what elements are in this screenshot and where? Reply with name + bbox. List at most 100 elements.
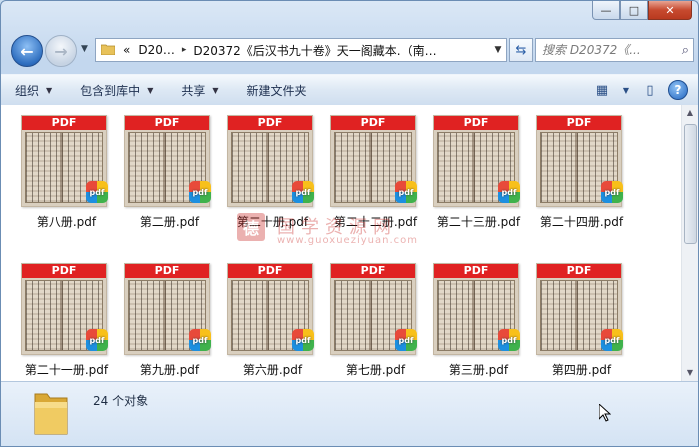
maximize-button[interactable]: □ (620, 1, 648, 20)
pdf-banner: PDF (537, 264, 621, 278)
pdf-banner: PDF (22, 264, 106, 278)
new-folder-label: 新建文件夹 (246, 83, 307, 98)
forward-button[interactable]: → (45, 35, 77, 67)
breadcrumb-segment-2[interactable]: D20372《后汉书九十卷》天一阁藏本.（南… (189, 42, 440, 59)
file-name[interactable]: 第八册.pdf (11, 213, 122, 230)
refresh-button[interactable]: ⇆ (509, 38, 533, 62)
pdf-app-icon: pdf (189, 181, 211, 203)
close-button[interactable]: ✕ (648, 1, 692, 20)
file-name[interactable]: 第三册.pdf (423, 361, 534, 378)
minimize-button[interactable]: — (592, 1, 620, 20)
file-name[interactable]: 第九册.pdf (114, 361, 225, 378)
chevron-down-icon: ▼ (212, 85, 219, 95)
file-list-pane[interactable]: PDF pdf 第八册.pdf PDF pdf 第二册.pdf PDF pdf 第二十册.pdf… (1, 105, 682, 381)
explorer-window: — □ ✕ ← → ▼ « D20… ▸ D20372《后汉书九十卷》天一阁藏本… (0, 0, 699, 447)
pdf-banner: PDF (228, 264, 312, 278)
pdf-banner: PDF (125, 264, 209, 278)
pdf-app-icon: pdf (601, 329, 623, 351)
pdf-app-icon: pdf (189, 329, 211, 351)
scroll-up-button[interactable]: ▲ (682, 105, 698, 121)
recent-pages-dropdown[interactable]: ▼ (81, 44, 88, 54)
pdf-banner: PDF (331, 116, 415, 130)
address-bar[interactable]: « D20… ▸ D20372《后汉书九十卷》天一阁藏本.（南… ▼ (95, 38, 507, 62)
scroll-down-button[interactable]: ▼ (682, 365, 698, 381)
pdf-app-icon: pdf (395, 329, 417, 351)
file-name[interactable]: 第二十册.pdf (217, 213, 328, 230)
file-item[interactable]: PDF pdf 第二十一册.pdf (15, 263, 118, 381)
refresh-icon: ⇆ (515, 42, 527, 58)
vertical-scrollbar[interactable]: ▲ ▼ (681, 105, 698, 381)
pdf-app-icon: pdf (498, 181, 520, 203)
include-in-library-label: 包含到库中 (80, 83, 141, 98)
view-controls: ▦ ▼ ▯ ? (590, 79, 698, 101)
file-name[interactable]: 第二十二册.pdf (320, 213, 431, 230)
back-button[interactable]: ← (11, 35, 43, 67)
file-name[interactable]: 第二十四册.pdf (526, 213, 637, 230)
breadcrumb-separator[interactable]: ▸ (179, 45, 190, 55)
pdf-banner: PDF (537, 116, 621, 130)
search-input[interactable] (536, 42, 674, 58)
chevron-down-icon: ▼ (622, 85, 630, 95)
file-name[interactable]: 第二十一册.pdf (11, 361, 122, 378)
view-grid-icon: ▦ (595, 82, 609, 98)
address-overflow[interactable]: « (119, 43, 134, 57)
file-grid: PDF pdf 第八册.pdf PDF pdf 第二册.pdf PDF pdf 第二十册.pdf… (15, 115, 633, 381)
file-item[interactable]: PDF pdf 第二十三册.pdf (427, 115, 530, 245)
share-label: 共享 (181, 83, 206, 98)
search-icon[interactable]: ⌕ (682, 43, 689, 58)
address-dropdown-icon[interactable]: ▼ (490, 45, 506, 55)
pdf-banner: PDF (434, 116, 518, 130)
pdf-app-icon: pdf (292, 329, 314, 351)
pdf-app-icon: pdf (498, 329, 520, 351)
file-item[interactable]: PDF pdf 第七册.pdf (324, 263, 427, 381)
chevron-down-icon: ▼ (81, 44, 88, 54)
file-item[interactable]: PDF pdf 第二十册.pdf (221, 115, 324, 245)
file-item[interactable]: PDF pdf 第二十二册.pdf (324, 115, 427, 245)
file-item[interactable]: PDF pdf 第二十四册.pdf (530, 115, 633, 245)
pdf-app-icon: pdf (86, 181, 108, 203)
help-icon: ? (674, 83, 682, 97)
include-in-library-menu[interactable]: 包含到库中 ▼ (66, 75, 167, 105)
chevron-down-icon: ▼ (46, 85, 53, 95)
details-pane: 24 个对象 (1, 381, 698, 446)
file-name[interactable]: 第四册.pdf (526, 361, 637, 378)
preview-pane-icon: ▯ (646, 82, 654, 98)
file-item[interactable]: PDF pdf 第四册.pdf (530, 263, 633, 381)
file-item[interactable]: PDF pdf 第二册.pdf (118, 115, 221, 245)
scroll-thumb[interactable] (684, 124, 697, 244)
pdf-app-icon: pdf (86, 329, 108, 351)
file-name[interactable]: 第七册.pdf (320, 361, 431, 378)
mouse-pointer-icon (598, 402, 612, 426)
file-name[interactable]: 第六册.pdf (217, 361, 328, 378)
file-item[interactable]: PDF pdf 第六册.pdf (221, 263, 324, 381)
back-arrow-icon: ← (20, 41, 34, 61)
share-menu[interactable]: 共享 ▼ (167, 75, 232, 105)
command-bar: 组织 ▼ 包含到库中 ▼ 共享 ▼ 新建文件夹 ▦ ▼ ▯ ? (1, 74, 698, 106)
change-view-button[interactable]: ▦ (590, 79, 614, 101)
pdf-banner: PDF (22, 116, 106, 130)
help-button[interactable]: ? (668, 80, 688, 100)
chevron-down-icon: ▼ (147, 85, 154, 95)
pdf-app-icon: pdf (601, 181, 623, 203)
file-name[interactable]: 第二十三册.pdf (423, 213, 534, 230)
file-item[interactable]: PDF pdf 第三册.pdf (427, 263, 530, 381)
folder-icon (100, 43, 116, 58)
pdf-app-icon: pdf (292, 181, 314, 203)
organize-label: 组织 (15, 83, 40, 98)
pdf-banner: PDF (434, 264, 518, 278)
file-item[interactable]: PDF pdf 第九册.pdf (118, 263, 221, 381)
new-folder-button[interactable]: 新建文件夹 (233, 75, 321, 105)
pdf-app-icon: pdf (395, 181, 417, 203)
breadcrumb-segment-1[interactable]: D20… (134, 43, 179, 57)
file-item[interactable]: PDF pdf 第八册.pdf (15, 115, 118, 245)
caption-buttons: — □ ✕ (592, 1, 692, 21)
item-count: 24 个对象 (93, 394, 149, 408)
preview-pane-button[interactable]: ▯ (638, 79, 662, 101)
search-box[interactable]: ⌕ (535, 38, 694, 62)
view-options-dropdown[interactable]: ▼ (620, 79, 632, 101)
pdf-banner: PDF (331, 264, 415, 278)
organize-menu[interactable]: 组织 ▼ (1, 75, 66, 105)
forward-arrow-icon: → (54, 41, 68, 61)
file-name[interactable]: 第二册.pdf (114, 213, 225, 230)
folder-icon (31, 388, 71, 438)
